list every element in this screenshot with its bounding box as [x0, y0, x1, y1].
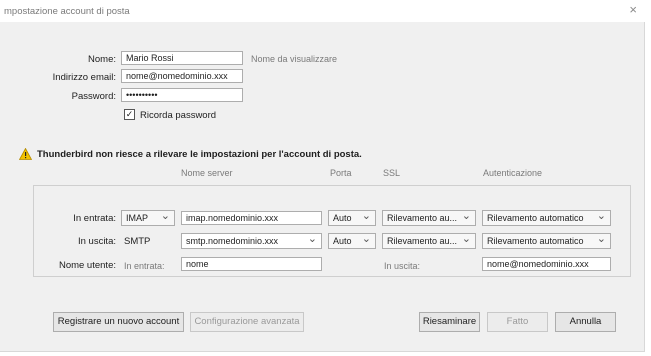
- name-label: Nome:: [88, 54, 116, 65]
- header-ssl: SSL: [383, 168, 401, 178]
- outgoing-label: In uscita:: [77, 236, 116, 247]
- outgoing-ssl-select[interactable]: Rilevamento au...: [382, 233, 476, 249]
- outgoing-server-select[interactable]: smtp.nomedominio.xxx: [181, 233, 322, 249]
- warning-message: Thunderbird non riesce a rilevare le imp…: [37, 149, 362, 160]
- name-input[interactable]: Mario Rossi: [121, 51, 243, 65]
- incoming-protocol-select[interactable]: IMAP: [121, 210, 175, 226]
- username-label: Nome utente:: [58, 260, 116, 271]
- incoming-server-input[interactable]: imap.nomedominio.xxx: [181, 211, 322, 225]
- incoming-auth-select[interactable]: Rilevamento automatico: [482, 210, 611, 226]
- email-label: Indirizzo email:: [52, 72, 116, 83]
- outgoing-auth-select[interactable]: Rilevamento automatico: [482, 233, 611, 249]
- incoming-ssl-select[interactable]: Rilevamento au...: [382, 210, 476, 226]
- username-outgoing-input[interactable]: nome@nomedominio.xxx: [482, 257, 611, 271]
- title-bar: mpostazione account di posta ×: [0, 0, 645, 22]
- outgoing-protocol: SMTP: [124, 236, 151, 247]
- password-input[interactable]: ••••••••••: [121, 88, 243, 102]
- warning-triangle-icon: [19, 148, 32, 160]
- account-setup-dialog: mpostazione account di posta × Nome: Mar…: [0, 0, 645, 352]
- password-label: Password:: [71, 91, 116, 102]
- window-title: mpostazione account di posta: [4, 6, 130, 17]
- close-icon[interactable]: ×: [629, 3, 637, 17]
- retest-button[interactable]: Riesaminare: [419, 312, 480, 332]
- username-incoming-input[interactable]: nome: [181, 257, 322, 271]
- advanced-config-button[interactable]: Configurazione avanzata: [190, 312, 304, 332]
- header-server-name: Nome server: [181, 168, 233, 178]
- done-button[interactable]: Fatto: [487, 312, 548, 332]
- outgoing-port-select[interactable]: Auto: [328, 233, 376, 249]
- incoming-port-select[interactable]: Auto: [328, 210, 376, 226]
- header-port: Porta: [330, 168, 352, 178]
- header-auth: Autenticazione: [483, 168, 543, 178]
- username-incoming-label: In entrata:: [124, 261, 165, 271]
- cancel-button[interactable]: Annulla: [555, 312, 616, 332]
- email-input[interactable]: nome@nomedominio.xxx: [121, 69, 243, 83]
- remember-password-checkbox[interactable]: ✓: [124, 109, 135, 120]
- remember-password-label: Ricorda password: [140, 110, 217, 121]
- incoming-label: In entrata:: [73, 213, 116, 224]
- register-account-button[interactable]: Registrare un nuovo account: [53, 312, 184, 332]
- username-outgoing-label: In uscita:: [384, 261, 421, 271]
- name-hint: Nome da visualizzare: [251, 54, 338, 64]
